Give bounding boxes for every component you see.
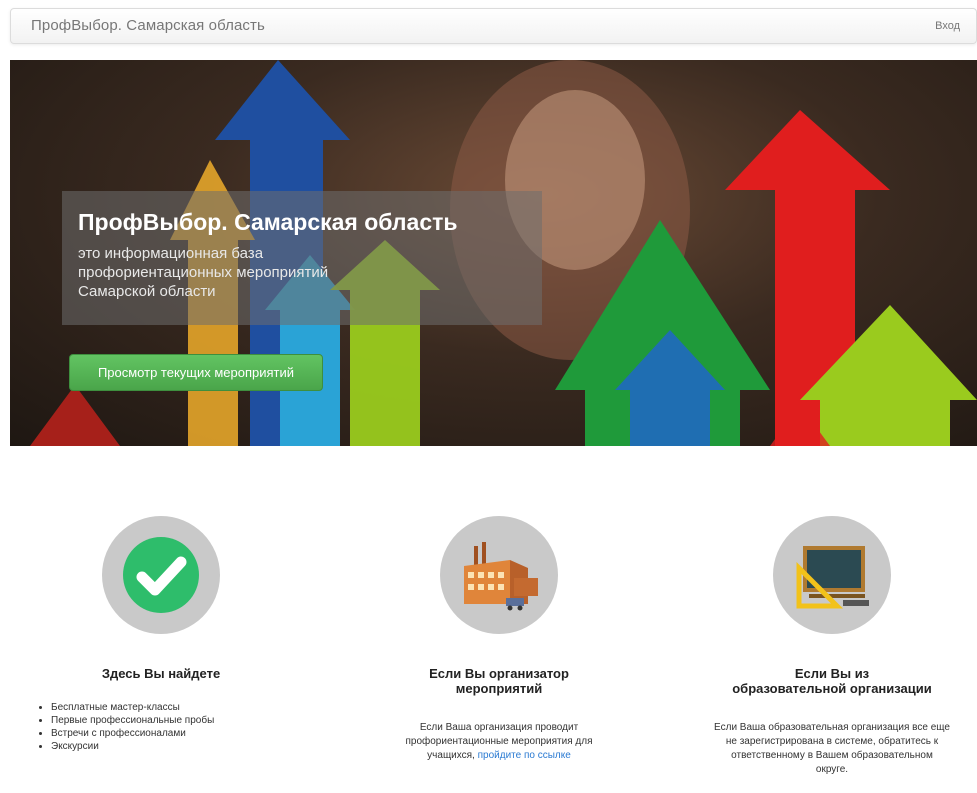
top-navbar: ПрофВыбор. Самарская область Вход bbox=[10, 8, 977, 44]
feature-title: Здесь Вы найдете bbox=[101, 666, 221, 681]
checkmark-icon bbox=[123, 537, 199, 613]
feature-list: Бесплатные мастер-классы Первые професси… bbox=[21, 701, 301, 753]
feature-title: Если Вы из образовательной организации bbox=[692, 666, 972, 696]
hero-caption-box: ПрофВыбор. Самарская область это информа… bbox=[62, 191, 542, 325]
feature-icon-circle bbox=[773, 516, 891, 634]
feature-organizer: Если Вы организатор мероприятий Если Ваш… bbox=[359, 516, 639, 763]
feature-text: Если Ваша образовательная организация вс… bbox=[714, 722, 950, 775]
view-events-button[interactable]: Просмотр текущих мероприятий bbox=[69, 354, 323, 391]
feature-title-line2: мероприятий bbox=[455, 681, 543, 696]
factory-icon bbox=[464, 542, 538, 611]
register-link[interactable]: пройдите по ссылке bbox=[478, 750, 571, 761]
hero-banner: ПрофВыбор. Самарская область это информа… bbox=[10, 60, 977, 446]
feature-title: Если Вы организатор мероприятий bbox=[359, 666, 639, 696]
feature-title-line2: образовательной организации bbox=[732, 681, 932, 696]
hero-subtitle: это информационная база профориентационн… bbox=[78, 245, 329, 300]
hero-title: ПрофВыбор. Самарская область bbox=[78, 209, 458, 235]
feature-find: Здесь Вы найдете Бесплатные мастер-класс… bbox=[21, 516, 301, 753]
feature-title-line1: Если Вы из bbox=[794, 666, 870, 681]
feature-title-line1: Если Вы организатор bbox=[429, 666, 569, 681]
login-link[interactable]: Вход bbox=[935, 20, 960, 32]
list-item: Экскурсии bbox=[51, 740, 301, 753]
feature-education: Если Вы из образовательной организации Е… bbox=[692, 516, 972, 777]
list-item: Бесплатные мастер-классы bbox=[51, 701, 301, 714]
chalkboard-icon bbox=[796, 546, 869, 609]
feature-text: Если Ваша организация проводит профориен… bbox=[359, 721, 639, 763]
list-item: Первые профессиональные пробы bbox=[51, 714, 301, 727]
feature-icon-circle bbox=[440, 516, 558, 634]
navbar-brand[interactable]: ПрофВыбор. Самарская область bbox=[31, 17, 265, 34]
feature-icon-circle bbox=[102, 516, 220, 634]
list-item: Встречи с профессионалами bbox=[51, 727, 301, 740]
